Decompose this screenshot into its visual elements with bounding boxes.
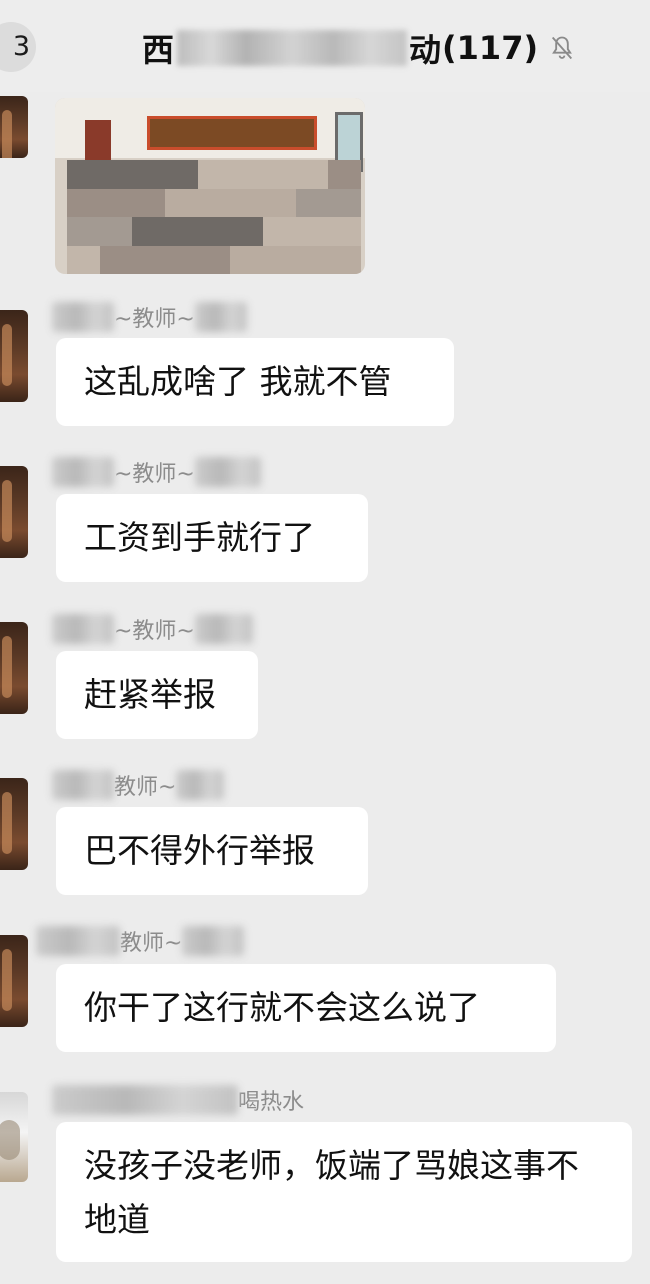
- avatar[interactable]: [0, 310, 28, 402]
- image-message[interactable]: [55, 98, 365, 274]
- sender-name: 教师~: [52, 765, 225, 805]
- mosaic-cell: [165, 188, 198, 217]
- mosaic-cell: [295, 245, 329, 274]
- mosaic-cell: [328, 245, 361, 274]
- message-bubble[interactable]: 赶紧举报: [56, 651, 258, 739]
- message-text: 这乱成啥了 我就不管: [84, 362, 392, 401]
- avatar[interactable]: [0, 935, 28, 1027]
- message-bubble[interactable]: 工资到手就行了: [56, 494, 368, 582]
- chat-header: 3 西 动 (117): [0, 0, 650, 92]
- name-redaction: [52, 614, 114, 644]
- sender-role: ~教师~: [114, 307, 195, 332]
- mosaic-cell: [132, 160, 165, 189]
- mosaic-cell: [67, 160, 100, 189]
- mosaic-cell: [132, 217, 165, 246]
- mosaic-cell: [263, 245, 296, 274]
- message-text: 赶紧举报: [84, 675, 216, 714]
- message-bubble[interactable]: 没孩子没老师，饭端了骂娘这事不地道: [56, 1122, 632, 1262]
- mosaic-cell: [99, 160, 133, 189]
- sender-name: ~教师~: [52, 452, 261, 492]
- message-text: 工资到手就行了: [84, 518, 315, 557]
- mosaic-cell: [99, 245, 133, 274]
- message-bubble[interactable]: 这乱成啥了 我就不管: [56, 338, 454, 426]
- message-text: 没孩子没老师，饭端了骂娘这事不地道: [84, 1146, 579, 1239]
- photo-board: [147, 116, 317, 150]
- name-redaction: [194, 614, 253, 644]
- sender-role: 教师~: [114, 775, 177, 800]
- mosaic-cell: [67, 217, 100, 246]
- avatar[interactable]: [0, 778, 28, 870]
- avatar[interactable]: [0, 1092, 28, 1182]
- mosaic-cell: [99, 188, 133, 217]
- photo-pixelation: [67, 160, 361, 274]
- mosaic-cell: [328, 160, 361, 189]
- sender-name: ~教师~: [52, 609, 253, 649]
- sender-role: 教师~: [120, 931, 183, 956]
- mosaic-cell: [197, 160, 231, 189]
- group-title-end: 动: [409, 31, 443, 69]
- mosaic-cell: [295, 188, 329, 217]
- name-redaction: [36, 926, 120, 956]
- mosaic-cell: [230, 188, 263, 217]
- mosaic-cell: [263, 217, 296, 246]
- sender-role: ~教师~: [114, 462, 195, 487]
- mosaic-cell: [165, 245, 198, 274]
- mosaic-cell: [295, 217, 329, 246]
- bell-muted-icon: [552, 36, 573, 60]
- name-redaction: [182, 926, 245, 956]
- message-text: 巴不得外行举报: [84, 831, 315, 870]
- message-bubble[interactable]: 你干了这行就不会这么说了: [56, 964, 556, 1052]
- avatar[interactable]: [0, 466, 28, 558]
- mosaic-cell: [263, 188, 296, 217]
- mosaic-cell: [197, 188, 231, 217]
- name-redaction: [194, 457, 261, 487]
- back-unread-badge[interactable]: 3: [0, 22, 36, 72]
- group-title-start: 西: [142, 31, 176, 69]
- name-redaction: [52, 302, 114, 332]
- message-bubble[interactable]: 巴不得外行举报: [56, 807, 368, 895]
- group-title[interactable]: 西 动 (117): [142, 28, 576, 69]
- sender-name: 喝热水: [52, 1080, 304, 1120]
- name-redaction: [52, 1085, 238, 1115]
- mosaic-cell: [132, 245, 165, 274]
- mosaic-cell: [99, 217, 133, 246]
- mosaic-cell: [197, 245, 231, 274]
- name-redaction: [194, 302, 247, 332]
- mosaic-cell: [67, 245, 100, 274]
- member-count: (117): [442, 29, 539, 67]
- sender-name: ~教师~: [52, 297, 247, 337]
- mosaic-cell: [230, 245, 263, 274]
- sender-name: 教师~: [36, 921, 245, 961]
- mosaic-cell: [328, 188, 361, 217]
- name-redaction: [52, 770, 114, 800]
- unread-count: 3: [12, 31, 30, 62]
- mosaic-cell: [263, 160, 296, 189]
- title-redaction: [177, 30, 408, 66]
- name-redaction: [52, 457, 114, 487]
- avatar[interactable]: [0, 96, 28, 158]
- name-redaction: [176, 770, 225, 800]
- mosaic-cell: [295, 160, 329, 189]
- sender-role: ~教师~: [114, 619, 195, 644]
- mosaic-cell: [67, 188, 100, 217]
- mosaic-cell: [165, 160, 198, 189]
- mosaic-cell: [165, 217, 198, 246]
- mosaic-cell: [328, 217, 361, 246]
- mosaic-cell: [230, 160, 263, 189]
- mosaic-cell: [197, 217, 231, 246]
- mosaic-cell: [132, 188, 165, 217]
- sender-role: 喝热水: [238, 1090, 305, 1115]
- mosaic-cell: [230, 217, 263, 246]
- message-text: 你干了这行就不会这么说了: [84, 988, 480, 1027]
- avatar[interactable]: [0, 622, 28, 714]
